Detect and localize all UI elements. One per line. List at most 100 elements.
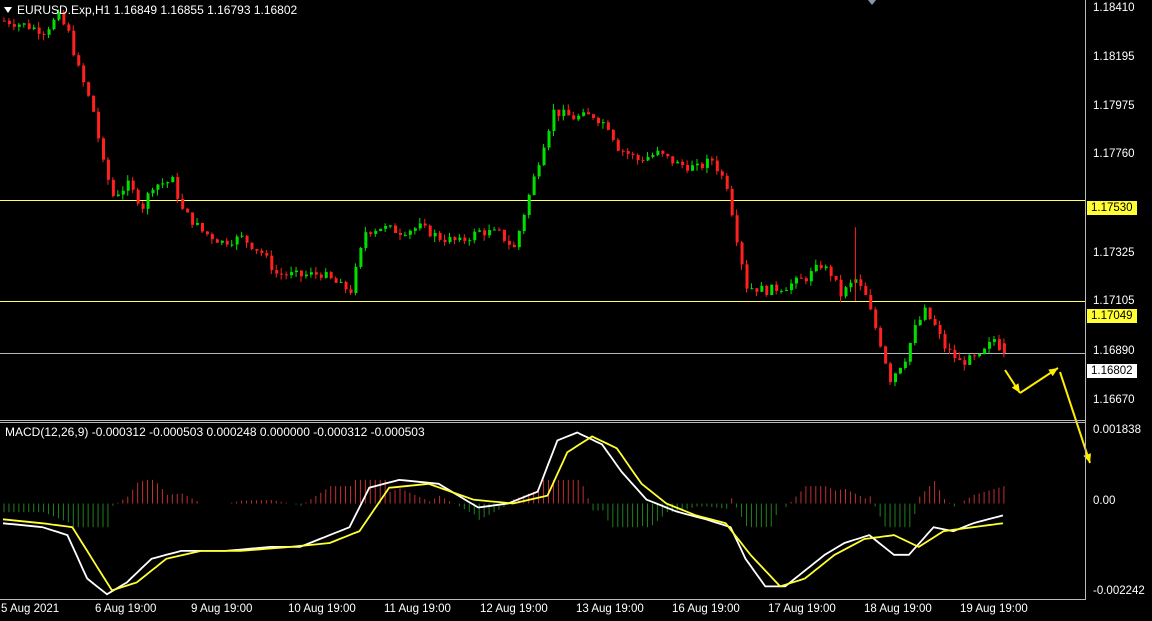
bear-candle: [92, 95, 96, 112]
bear-candle: [720, 171, 724, 176]
bear-candle: [201, 222, 204, 232]
dropdown-triangle-icon[interactable]: [4, 7, 12, 13]
time-label: 17 Aug 19:00: [768, 603, 836, 615]
chart-shift-marker[interactable]: [868, 0, 876, 5]
bear-candle: [557, 109, 561, 117]
bear-candle: [438, 232, 442, 240]
bear-candle: [592, 114, 596, 118]
bid-price-tag: 1.16802: [1087, 364, 1137, 378]
price-label: 1.17325: [1093, 247, 1135, 259]
bear-candle: [176, 177, 180, 199]
bull-candle: [760, 285, 764, 292]
bear-candle: [700, 163, 704, 168]
bear-candle: [72, 30, 76, 56]
bull-candle: [844, 287, 848, 297]
projection-arrowhead: [1083, 453, 1091, 463]
bull-candle: [295, 270, 299, 273]
bull-candle: [458, 237, 462, 241]
bear-candle: [423, 223, 427, 226]
bear-candle: [67, 24, 71, 31]
bear-candle: [265, 253, 269, 256]
time-label: 16 Aug 19:00: [672, 603, 740, 615]
bull-candle: [750, 288, 754, 290]
bear-candle: [7, 20, 11, 25]
macd-axis-label: -0.002242: [1093, 585, 1145, 597]
bear-candle: [864, 285, 868, 295]
bear-candle: [755, 288, 759, 292]
bear-candle: [300, 270, 303, 277]
bull-candle: [413, 228, 417, 231]
macd-signal-line: [2, 435, 1004, 592]
bear-candle: [255, 249, 259, 251]
bear-candle: [270, 255, 274, 271]
time-label: 19 Aug 19:00: [960, 603, 1028, 615]
bear-candle: [399, 232, 402, 235]
bear-candle: [671, 156, 675, 164]
price-chart[interactable]: [0, 0, 1152, 621]
bear-candle: [587, 112, 591, 115]
bull-candle: [374, 230, 378, 234]
bull-candle: [488, 230, 492, 236]
bear-candle: [819, 264, 823, 269]
bull-candle: [824, 266, 828, 269]
bear-candle: [730, 188, 734, 216]
bear-candle: [606, 122, 610, 130]
bear-candle: [453, 237, 457, 241]
bear-candle: [879, 327, 883, 347]
bear-candle: [463, 237, 467, 241]
bull-candle: [849, 282, 853, 288]
bull-candle: [517, 231, 521, 248]
time-label: 10 Aug 19:00: [288, 603, 356, 615]
bear-candle: [641, 160, 645, 162]
bull-candle: [993, 339, 996, 342]
bear-candle: [1002, 343, 1006, 354]
bear-candle: [958, 358, 962, 361]
bear-candle: [725, 175, 729, 189]
bear-candle: [834, 275, 838, 280]
bear-candle: [111, 179, 115, 197]
bull-candle: [780, 290, 784, 292]
bear-candle: [963, 360, 967, 365]
bear-candle: [329, 272, 333, 279]
bear-candle: [428, 225, 432, 237]
bull-candle: [121, 190, 125, 195]
bear-candle: [344, 281, 348, 290]
bull-candle: [968, 355, 972, 365]
time-label: 13 Aug 19:00: [576, 603, 644, 615]
bull-candle: [532, 176, 536, 195]
bear-candle: [626, 151, 630, 154]
bull-candle: [448, 237, 452, 243]
bear-candle: [631, 153, 635, 155]
time-label: 11 Aug 19:00: [384, 603, 451, 615]
bear-candle: [349, 289, 353, 293]
bear-candle: [498, 229, 501, 231]
bear-candle: [928, 307, 932, 320]
bull-candle: [785, 290, 789, 292]
bear-candle: [933, 319, 937, 325]
bull-candle: [814, 264, 818, 272]
bull-candle: [418, 223, 422, 229]
bear-candle: [869, 294, 873, 310]
bull-candle: [359, 247, 363, 267]
macd-axis-label: 0.001838: [1093, 424, 1141, 436]
bear-candle: [3, 20, 6, 22]
bull-candle: [547, 130, 551, 148]
bear-candle: [997, 339, 1001, 351]
bull-candle: [913, 325, 917, 343]
bear-candle: [681, 161, 685, 166]
bear-candle: [186, 208, 190, 213]
bear-candle: [567, 109, 571, 116]
price-label: 1.17760: [1093, 148, 1135, 160]
bear-candle: [839, 279, 843, 297]
bull-candle: [651, 155, 655, 157]
bear-candle: [37, 27, 41, 34]
bull-candle: [161, 183, 165, 185]
bear-candle: [215, 239, 219, 243]
bull-candle: [171, 177, 175, 183]
bull-candle: [364, 232, 368, 248]
bull-candle: [601, 122, 605, 124]
bear-candle: [106, 159, 110, 180]
bear-candle: [611, 129, 615, 140]
bear-candle: [715, 160, 719, 172]
bull-candle: [988, 341, 992, 349]
